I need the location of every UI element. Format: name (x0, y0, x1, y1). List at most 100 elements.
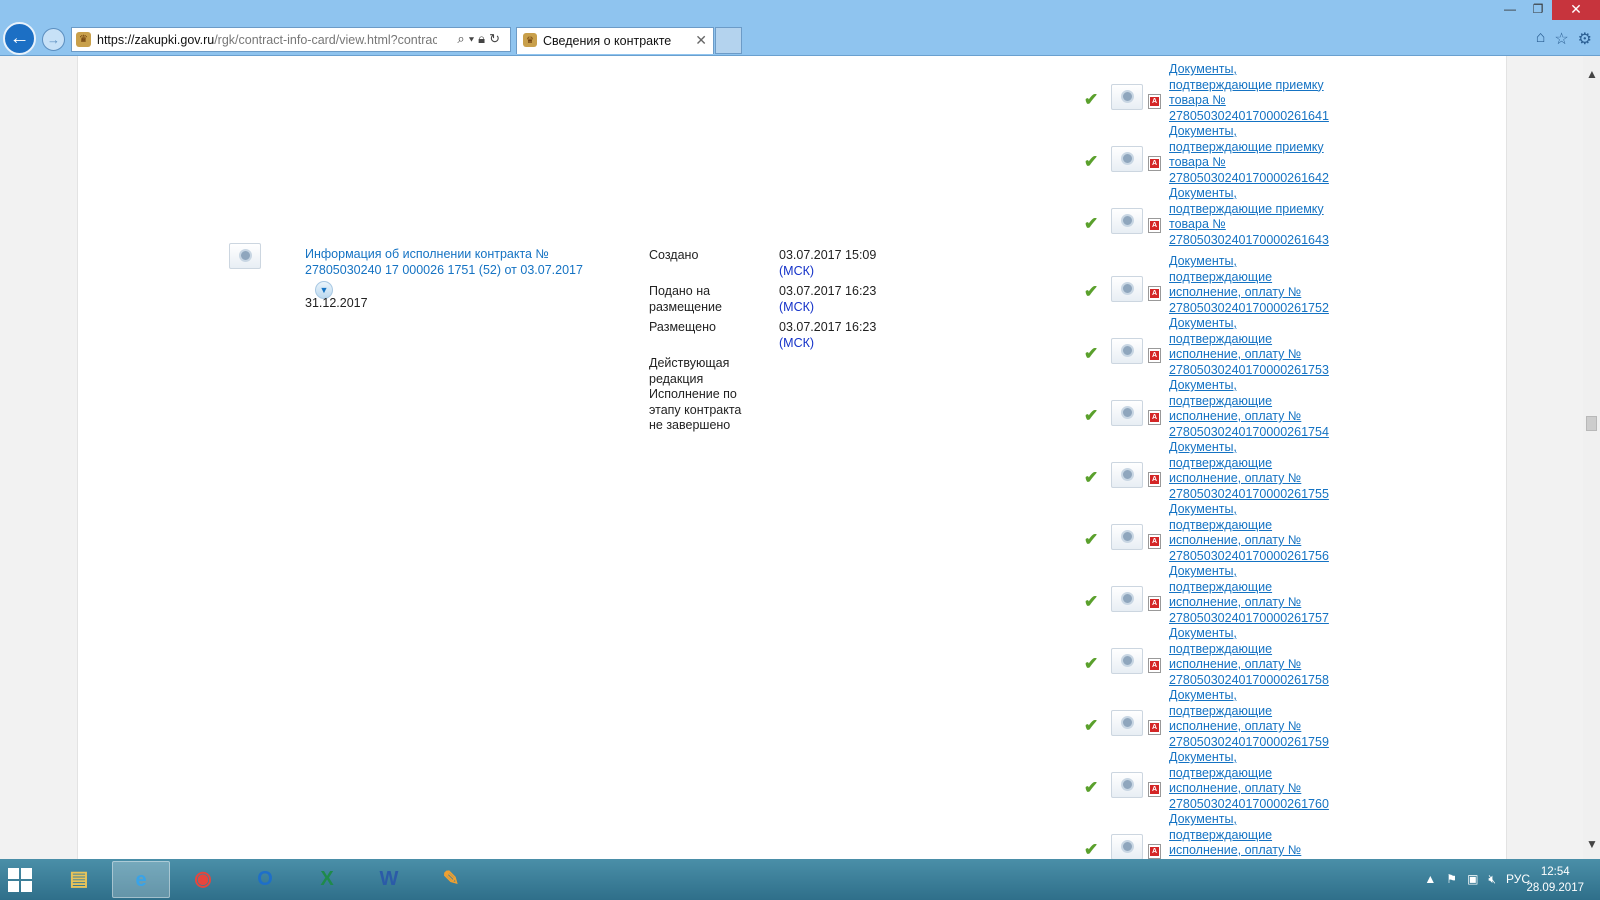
document-link-line: подтверждающие (1169, 269, 1273, 284)
signature-award-icon[interactable] (1111, 834, 1143, 859)
lock-icon[interactable]: 🔒︎ (478, 31, 489, 46)
field-label-line: размещение (649, 299, 722, 314)
document-link[interactable]: Документы, подтверждающие исполнение, опла… (1169, 254, 1339, 316)
pdf-file-icon[interactable]: A (1148, 472, 1161, 487)
document-link-line: подтверждающие (1169, 827, 1273, 842)
restore-icon[interactable]: ❐ (1524, 0, 1552, 20)
browser-chrome: ← → ♛ https://zakupki.gov.ru/rgk/contrac… (0, 0, 1600, 56)
field-label-line: этапу контракта (649, 402, 742, 417)
signature-award-icon[interactable] (1111, 648, 1143, 674)
url-text[interactable]: https://zakupki.gov.ru/rgk/contract-info… (97, 33, 437, 47)
close-tab-icon[interactable]: ✕ (695, 32, 707, 49)
gear-icon[interactable]: ⚙ (1578, 29, 1592, 49)
clock[interactable]: 12:54 28.09.2017 (1526, 864, 1584, 896)
internet-explorer-icon[interactable]: e (112, 861, 170, 898)
document-link-line: Документы, (1169, 812, 1237, 826)
signature-award-icon[interactable] (1111, 462, 1143, 488)
signature-award-icon[interactable] (1111, 772, 1143, 798)
dropdown-icon[interactable]: ▾ (469, 31, 478, 46)
document-link-line: подтверждающие (1169, 641, 1273, 656)
network-icon[interactable]: ▣ (1467, 872, 1478, 887)
signature-award-icon[interactable] (1111, 208, 1143, 234)
document-link-line: 27805030240170000261642 (1169, 170, 1329, 185)
back-button[interactable]: ← (3, 22, 36, 55)
pdf-file-icon[interactable]: A (1148, 286, 1161, 301)
explorer-icon[interactable]: ▤ (50, 861, 108, 898)
flag-icon[interactable]: ⚑ (1446, 872, 1457, 887)
star-icon[interactable]: ☆ (1554, 29, 1568, 49)
refresh-icon[interactable]: ↻ (489, 31, 504, 46)
document-link-line: 27805030240170000261760 (1169, 796, 1329, 811)
pdf-file-icon[interactable]: A (1148, 782, 1161, 797)
clock-time: 12:54 (1540, 866, 1570, 878)
chrome-icon[interactable]: ◉ (174, 861, 232, 898)
end-date: 31.12.2017 (305, 296, 368, 310)
paint-icon[interactable]: ✎ (422, 861, 480, 898)
signature-award-icon[interactable] (1111, 84, 1143, 110)
tray-arrow-up-icon[interactable]: ▲ (1424, 872, 1436, 887)
volume-muted-icon[interactable]: 🔇︎ (1488, 872, 1496, 887)
document-link[interactable]: Документы, подтверждающие исполнение, опла… (1169, 316, 1339, 378)
new-tab-button[interactable] (715, 27, 742, 54)
coat-of-arms-icon: ♛ (523, 33, 537, 47)
document-link[interactable]: Документы, подтверждающие исполнение, опла… (1169, 626, 1339, 688)
signature-valid-check-icon: ✔ (1084, 530, 1099, 549)
field-timezone: (МСК) (779, 335, 815, 350)
document-link[interactable]: Документы, подтверждающие исполнение, опла… (1169, 688, 1339, 750)
address-bar[interactable]: ♛ https://zakupki.gov.ru/rgk/contract-in… (71, 27, 511, 52)
pdf-file-icon[interactable]: A (1148, 596, 1161, 611)
outlook-icon[interactable]: O (236, 861, 294, 898)
document-link[interactable]: Документы, подтверждающие приемку товара №… (1169, 124, 1339, 186)
pdf-file-icon[interactable]: A (1148, 218, 1161, 233)
field-timezone: (МСК) (779, 299, 815, 314)
execution-info-link[interactable]: Информация об исполнении контракта № 278… (305, 247, 605, 278)
close-icon[interactable]: ✕ (1552, 0, 1600, 20)
home-icon[interactable]: ⌂ (1536, 29, 1546, 49)
document-link-line: исполнение, оплату № (1169, 657, 1302, 671)
word-icon[interactable]: W (360, 861, 418, 898)
scroll-thumb[interactable] (1586, 416, 1597, 431)
document-link-line: исполнение, оплату № (1169, 719, 1302, 733)
document-link[interactable]: Документы, подтверждающие исполнение, опла… (1169, 812, 1339, 859)
pdf-file-icon[interactable]: A (1148, 720, 1161, 735)
windows-start-button[interactable] (8, 868, 32, 892)
pdf-file-icon[interactable]: A (1148, 534, 1161, 549)
search-icon[interactable]: ⌕ (457, 31, 468, 46)
document-link[interactable]: Документы, подтверждающие исполнение, опла… (1169, 750, 1339, 812)
url-host: https://zakupki.gov.ru (97, 33, 215, 47)
signature-award-icon[interactable] (1111, 586, 1143, 612)
forward-button[interactable]: → (42, 28, 65, 51)
document-link-line: Документы, (1169, 316, 1237, 330)
signature-award-icon[interactable] (1111, 146, 1143, 172)
document-link[interactable]: Документы, подтверждающие приемку товара №… (1169, 186, 1339, 248)
clock-date: 28.09.2017 (1526, 882, 1584, 894)
minimize-icon[interactable]: — (1496, 0, 1524, 20)
document-link-line: Документы, (1169, 440, 1237, 454)
document-link[interactable]: Документы, подтверждающие исполнение, опла… (1169, 502, 1339, 564)
signature-award-icon[interactable] (1111, 524, 1143, 550)
document-link[interactable]: Документы, подтверждающие исполнение, опла… (1169, 564, 1339, 626)
document-link[interactable]: Документы, подтверждающие исполнение, опла… (1169, 378, 1339, 440)
vertical-scrollbar[interactable]: ▲ ▼ (1583, 56, 1600, 859)
document-link-line: 27805030240170000261758 (1169, 672, 1329, 687)
pdf-file-icon[interactable]: A (1148, 94, 1161, 109)
signature-award-icon[interactable] (1111, 276, 1143, 302)
tab-contract-info[interactable]: ♛ Сведения о контракте ✕ (516, 27, 714, 54)
document-link[interactable]: Документы, подтверждающие приемку товара №… (1169, 62, 1339, 124)
pdf-file-icon[interactable]: A (1148, 410, 1161, 425)
document-link-line: Документы, (1169, 564, 1237, 578)
document-link[interactable]: Документы, подтверждающие исполнение, опла… (1169, 440, 1339, 502)
signature-award-icon[interactable] (1111, 338, 1143, 364)
pdf-file-icon[interactable]: A (1148, 156, 1161, 171)
pdf-file-icon[interactable]: A (1148, 844, 1161, 859)
scroll-down-icon[interactable]: ▼ (1586, 837, 1598, 851)
document-link-line: исполнение, оплату № (1169, 285, 1302, 299)
signature-award-icon[interactable] (1111, 400, 1143, 426)
signature-award-icon[interactable] (1111, 710, 1143, 736)
pdf-file-icon[interactable]: A (1148, 658, 1161, 673)
excel-icon[interactable]: X (298, 861, 356, 898)
signature-award-icon[interactable] (229, 243, 261, 269)
scroll-up-icon[interactable]: ▲ (1586, 67, 1598, 81)
document-link-line: Документы, (1169, 254, 1237, 268)
pdf-file-icon[interactable]: A (1148, 348, 1161, 363)
